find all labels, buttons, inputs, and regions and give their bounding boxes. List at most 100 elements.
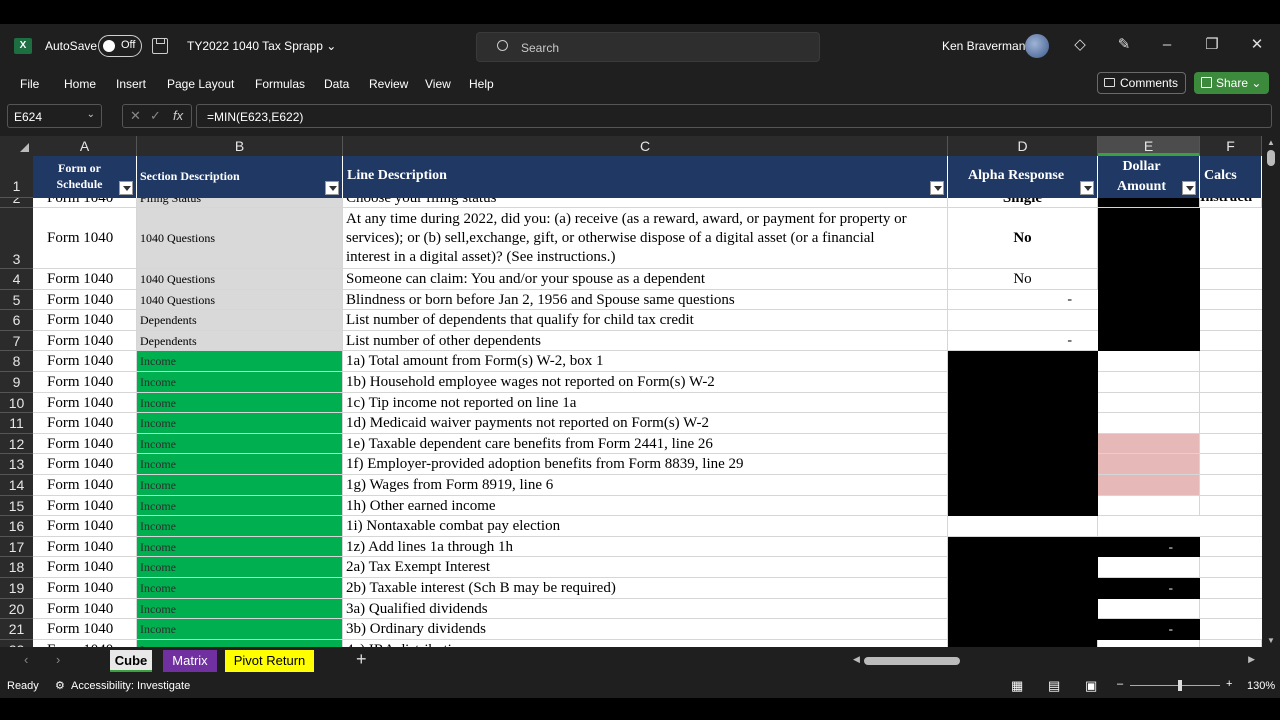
cell-section[interactable]: 1040 Questions bbox=[137, 269, 343, 290]
cell-alpha-response[interactable] bbox=[948, 351, 1098, 372]
cell-section[interactable]: Income bbox=[137, 619, 343, 640]
cell-section[interactable]: Income bbox=[137, 351, 343, 372]
row-header[interactable]: 21 bbox=[0, 619, 33, 640]
cell-line-description[interactable]: At any time during 2022, did you: (a) re… bbox=[343, 208, 948, 269]
cell-line-description[interactable]: 4a) IRA distributions bbox=[343, 639, 948, 647]
zoom-slider[interactable] bbox=[1130, 685, 1220, 686]
cell-calcs[interactable] bbox=[1200, 433, 1262, 455]
normal-view-icon[interactable]: ▦ bbox=[1011, 678, 1023, 694]
cell-alpha-response[interactable]: Single bbox=[948, 198, 1098, 208]
scroll-left-icon[interactable]: ◀ bbox=[853, 654, 860, 665]
comments-button[interactable]: Comments bbox=[1097, 72, 1186, 94]
cell-alpha-response[interactable] bbox=[948, 619, 1098, 640]
cell-section[interactable]: 1040 Questions bbox=[137, 208, 343, 269]
cell-dollar-amount[interactable] bbox=[1098, 351, 1200, 372]
menu-data[interactable]: Data bbox=[324, 77, 349, 91]
cell-calcs[interactable] bbox=[1200, 413, 1262, 434]
row-header[interactable]: 13 bbox=[0, 454, 33, 475]
cell-alpha-response[interactable] bbox=[948, 413, 1098, 434]
cell-form[interactable]: Form 1040 bbox=[33, 598, 137, 620]
cell-section[interactable]: Income bbox=[137, 392, 343, 414]
share-button[interactable]: Share ⌄ bbox=[1194, 72, 1269, 94]
cell-line-description[interactable]: List number of dependents that qualify f… bbox=[343, 310, 948, 331]
cell-form[interactable]: Form 1040 bbox=[33, 310, 137, 331]
cell-calcs[interactable] bbox=[1200, 392, 1262, 414]
cell-section[interactable]: Dependents bbox=[137, 330, 343, 352]
cell-line-description[interactable]: 1z) Add lines 1a through 1h bbox=[343, 536, 948, 558]
cell-alpha-response[interactable]: No bbox=[948, 269, 1098, 290]
column-header-f[interactable]: F bbox=[1200, 136, 1262, 156]
cell-section[interactable]: 1040 Questions bbox=[137, 289, 343, 311]
document-title[interactable]: TY2022 1040 Tax Sprapp ⌄ bbox=[187, 39, 336, 53]
add-sheet-icon[interactable]: + bbox=[356, 649, 367, 670]
cell-line-description[interactable]: 1f) Employer-provided adoption benefits … bbox=[343, 454, 948, 475]
cell-dollar-amount[interactable] bbox=[1098, 310, 1200, 331]
zoom-out-icon[interactable]: – bbox=[1117, 678, 1123, 690]
cell-alpha-response[interactable] bbox=[948, 372, 1098, 393]
filter-dropdown-icon[interactable] bbox=[1080, 181, 1094, 195]
cell-line-description[interactable]: 2b) Taxable interest (Sch B may be requi… bbox=[343, 578, 948, 599]
menu-formulas[interactable]: Formulas bbox=[255, 77, 305, 91]
cell-line-description[interactable]: Blindness or born before Jan 2, 1956 and… bbox=[343, 289, 948, 311]
cell-calcs[interactable] bbox=[1200, 330, 1262, 352]
filter-dropdown-icon[interactable] bbox=[119, 181, 133, 195]
cell-section[interactable]: Dependents bbox=[137, 310, 343, 331]
scroll-thumb[interactable] bbox=[1267, 150, 1275, 166]
formula-input[interactable]: =MIN(E623,E622) bbox=[196, 104, 1272, 128]
cell-dollar-amount[interactable] bbox=[1098, 372, 1200, 393]
row-header[interactable]: 6 bbox=[0, 310, 33, 331]
column-header-d[interactable]: D bbox=[948, 136, 1098, 156]
pen-icon[interactable]: ✎ bbox=[1115, 36, 1133, 54]
cell-alpha-response[interactable]: - bbox=[948, 289, 1098, 311]
cell-dollar-amount[interactable] bbox=[1098, 475, 1200, 496]
cell-alpha-response[interactable] bbox=[948, 475, 1098, 496]
row-header[interactable]: 1 bbox=[0, 156, 33, 198]
cell-line-description[interactable]: 1h) Other earned income bbox=[343, 495, 948, 517]
row-header[interactable]: 12 bbox=[0, 433, 33, 455]
row-header[interactable]: 10 bbox=[0, 392, 33, 414]
row-header[interactable]: 5 bbox=[0, 289, 33, 311]
cell-dollar-amount[interactable] bbox=[1098, 495, 1200, 517]
column-header-c[interactable]: C bbox=[343, 136, 948, 156]
cell-section[interactable]: Income bbox=[137, 413, 343, 434]
cell-alpha-response[interactable] bbox=[948, 598, 1098, 620]
menu-insert[interactable]: Insert bbox=[116, 77, 146, 91]
cell-calcs[interactable] bbox=[1200, 536, 1262, 558]
cell-section[interactable]: Income bbox=[137, 536, 343, 558]
cell-form[interactable]: Form 1040 bbox=[33, 516, 137, 537]
cell-line-description[interactable]: 2a) Tax Exempt Interest bbox=[343, 557, 948, 578]
row-header[interactable]: 20 bbox=[0, 598, 33, 620]
row-header[interactable]: 16 bbox=[0, 516, 33, 537]
column-header-a[interactable]: A bbox=[33, 136, 137, 156]
cell-line-description[interactable]: 1b) Household employee wages not reporte… bbox=[343, 372, 948, 393]
cell-form[interactable]: Form 1040 bbox=[33, 392, 137, 414]
cell-calcs[interactable] bbox=[1200, 639, 1262, 647]
cell-calcs[interactable] bbox=[1200, 208, 1262, 269]
tab-matrix[interactable]: Matrix bbox=[163, 650, 217, 672]
search-box[interactable]: Search bbox=[476, 32, 820, 62]
cell-form[interactable]: Form 1040 bbox=[33, 198, 137, 208]
cell-calcs[interactable] bbox=[1200, 310, 1262, 331]
row-header[interactable]: 17 bbox=[0, 536, 33, 558]
cell-line-description[interactable]: 1g) Wages from Form 8919, line 6 bbox=[343, 475, 948, 496]
cell-calcs[interactable] bbox=[1200, 619, 1262, 640]
row-header[interactable]: 18 bbox=[0, 557, 33, 578]
cell-dollar-amount[interactable] bbox=[1098, 433, 1200, 455]
cell-alpha-response[interactable] bbox=[948, 516, 1098, 537]
confirm-icon[interactable]: ✓ bbox=[150, 108, 161, 124]
row-header[interactable]: 14 bbox=[0, 475, 33, 496]
row-header[interactable]: 7 bbox=[0, 330, 33, 352]
cell-calcs[interactable] bbox=[1200, 495, 1262, 517]
cell-dollar-amount[interactable] bbox=[1098, 639, 1200, 647]
cell-dollar-amount[interactable] bbox=[1098, 516, 1200, 537]
cell-form[interactable]: Form 1040 bbox=[33, 269, 137, 290]
cell-form[interactable]: Form 1040 bbox=[33, 495, 137, 517]
row-header[interactable]: 22 bbox=[0, 639, 33, 647]
cell-dollar-amount[interactable]: - bbox=[1098, 536, 1200, 558]
cell-form[interactable]: Form 1040 bbox=[33, 619, 137, 640]
page-layout-view-icon[interactable]: ▤ bbox=[1048, 678, 1060, 694]
cell-dollar-amount[interactable] bbox=[1098, 557, 1200, 578]
avatar[interactable] bbox=[1025, 34, 1049, 58]
cell-dollar-amount[interactable] bbox=[1098, 598, 1200, 620]
row-header[interactable]: 8 bbox=[0, 351, 33, 372]
